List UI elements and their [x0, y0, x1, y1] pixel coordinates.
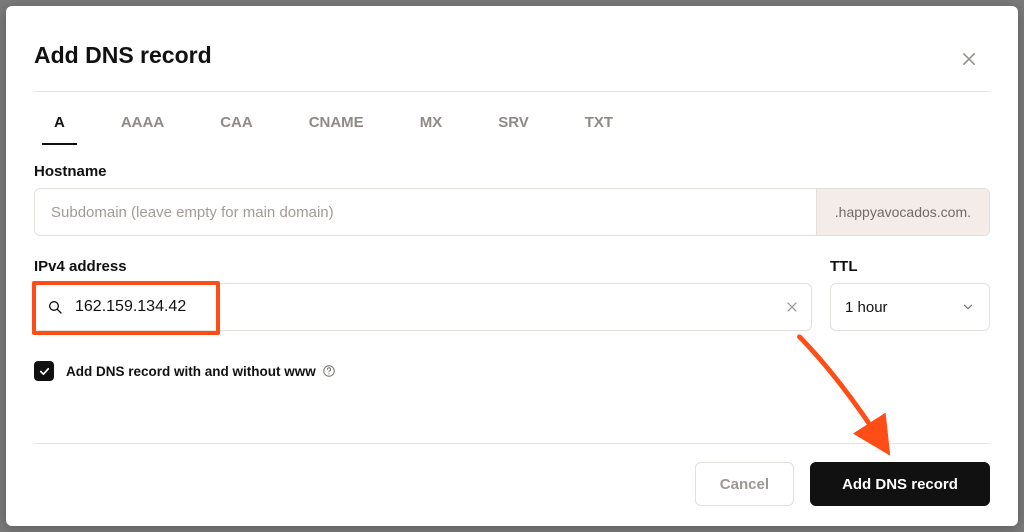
check-icon [38, 365, 51, 378]
hostname-label: Hostname [34, 163, 990, 180]
tab-cname[interactable]: CNAME [309, 106, 364, 145]
modal-footer: Cancel Add DNS record [34, 443, 990, 506]
close-icon [960, 50, 978, 68]
tab-txt[interactable]: TXT [585, 106, 613, 145]
domain-suffix: .happyavocados.com. [816, 189, 989, 235]
ipv4-label: IPv4 address [34, 258, 812, 275]
add-dns-record-modal: Add DNS record A AAAA CAA CNAME MX SRV T… [6, 6, 1018, 526]
ttl-value: 1 hour [845, 299, 888, 316]
hostname-field-group: .happyavocados.com. [34, 188, 990, 236]
close-button[interactable] [960, 50, 978, 68]
modal-title: Add DNS record [34, 42, 990, 69]
tab-a[interactable]: A [54, 106, 65, 145]
tab-srv[interactable]: SRV [498, 106, 529, 145]
tab-caa[interactable]: CAA [220, 106, 253, 145]
ipv4-field [34, 283, 812, 331]
tab-aaaa[interactable]: AAAA [121, 106, 164, 145]
clear-input-icon[interactable] [785, 300, 799, 314]
ttl-label: TTL [830, 258, 990, 275]
help-icon[interactable] [322, 364, 336, 378]
cancel-button[interactable]: Cancel [695, 462, 794, 506]
search-icon [47, 299, 63, 315]
ttl-select[interactable]: 1 hour [830, 283, 990, 331]
record-type-tabs: A AAAA CAA CNAME MX SRV TXT [34, 92, 990, 145]
hostname-input[interactable] [35, 189, 816, 235]
www-checkbox-label: Add DNS record with and without www [66, 364, 336, 379]
tab-mx[interactable]: MX [420, 106, 443, 145]
chevron-down-icon [961, 300, 975, 314]
www-checkbox[interactable] [34, 361, 54, 381]
ipv4-input[interactable] [75, 298, 785, 316]
submit-button[interactable]: Add DNS record [810, 462, 990, 506]
